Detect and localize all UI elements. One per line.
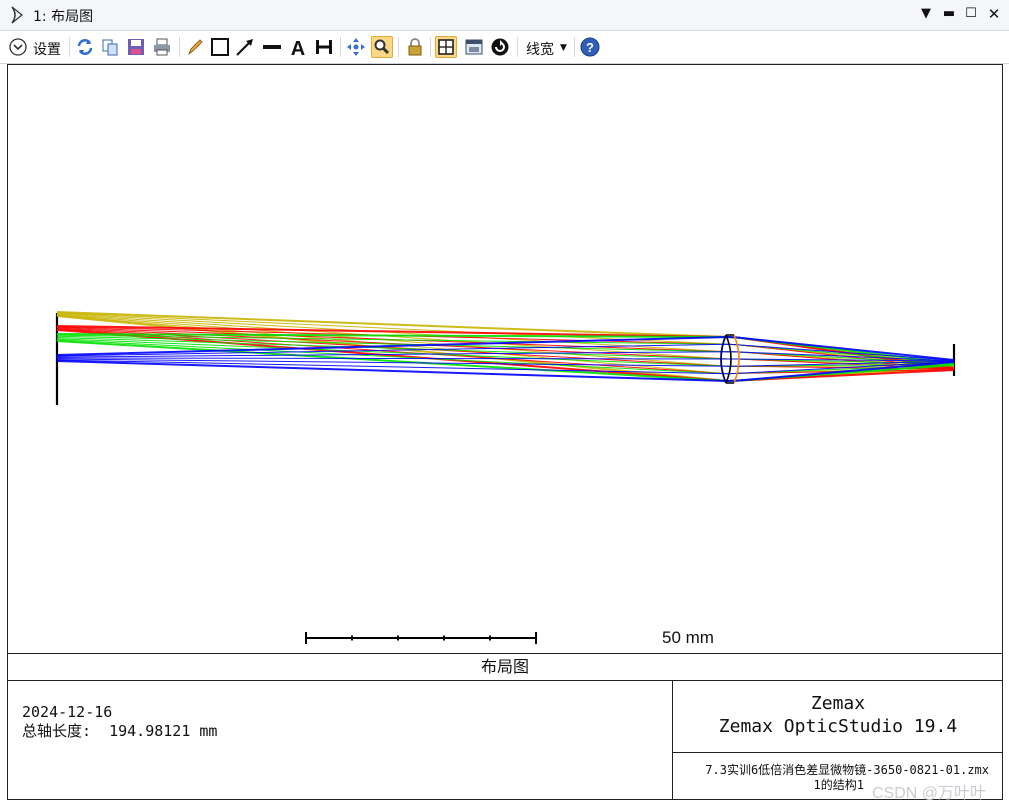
line-icon[interactable] <box>261 36 283 58</box>
toolbar-divider <box>574 37 575 57</box>
rectangle-icon[interactable] <box>209 36 231 58</box>
linewidth-dropdown[interactable]: 线宽 <box>526 39 554 59</box>
rotate-icon[interactable] <box>489 36 511 58</box>
copy-icon[interactable] <box>99 36 121 58</box>
pan-icon[interactable] <box>345 36 367 58</box>
svg-text:?: ? <box>586 40 594 55</box>
lock-icon[interactable] <box>404 36 426 58</box>
window-titlebar: 1: 布局图 ▼ ▬ ☐ ✕ <box>0 0 1009 31</box>
track-length-value: 194.98121 mm <box>109 722 218 740</box>
brand-name: Zemax <box>810 693 866 714</box>
pencil-icon[interactable] <box>184 36 206 58</box>
plot-caption: 布局图 <box>7 653 1003 681</box>
toolbar-divider <box>340 37 341 57</box>
toolbar: 设置 A 线宽 ▼ ? <box>0 31 1009 64</box>
settings-button[interactable]: 设置 <box>33 39 61 59</box>
window-title: 1: 布局图 <box>33 9 94 25</box>
grid-layout-icon[interactable] <box>435 36 457 58</box>
info-box: 2024-12-16 总轴长度: 194.98121 mm Zemax Zema… <box>7 681 1003 800</box>
help-icon[interactable]: ? <box>579 36 601 58</box>
svg-text:A: A <box>291 38 305 57</box>
text-icon[interactable]: A <box>287 36 309 58</box>
info-date: 2024-12-16 <box>22 703 113 721</box>
minimize-icon[interactable]: ▬ <box>940 5 958 23</box>
toolbar-divider <box>179 37 180 57</box>
chevron-down-icon[interactable]: ▼ <box>560 43 567 53</box>
track-length-label: 总轴长度: <box>22 722 92 740</box>
info-left: 2024-12-16 总轴长度: 194.98121 mm <box>22 703 217 741</box>
lens-app-icon <box>11 6 23 24</box>
window-icon[interactable] <box>463 36 485 58</box>
print-icon[interactable] <box>151 36 173 58</box>
scale-bar-label: 50 mm <box>662 628 714 647</box>
config-name: 1的结构1 <box>813 778 864 792</box>
watermark: CSDN @万叶叶 <box>872 785 987 802</box>
refresh-icon[interactable] <box>74 36 96 58</box>
dimension-icon[interactable] <box>313 36 335 58</box>
close-icon[interactable]: ✕ <box>985 5 1003 23</box>
toolbar-divider <box>69 37 70 57</box>
toolbar-divider <box>430 37 431 57</box>
dropdown-icon[interactable]: ▼ <box>917 5 935 23</box>
save-icon[interactable] <box>125 36 147 58</box>
ray-trace-layout <box>55 311 956 644</box>
zoom-icon[interactable] <box>371 36 393 58</box>
maximize-icon[interactable]: ☐ <box>962 5 980 23</box>
toolbar-divider <box>398 37 399 57</box>
product-name: Zemax OpticStudio 19.4 <box>718 716 958 737</box>
layout-plot-canvas[interactable]: 50 mm <box>7 64 1003 653</box>
arrow-icon[interactable] <box>234 36 256 58</box>
settings-chevron-icon[interactable] <box>7 36 29 58</box>
info-brand-box: Zemax Zemax OpticStudio 19.4 <box>672 681 1003 753</box>
toolbar-divider <box>517 37 518 57</box>
